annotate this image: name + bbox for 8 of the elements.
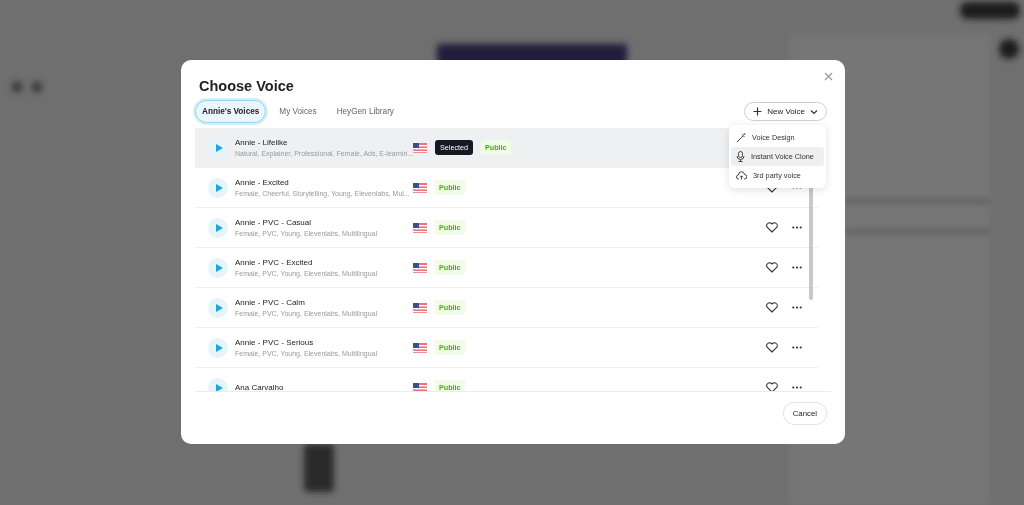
voice-name: Annie - PVC - Casual: [235, 218, 313, 227]
voice-name: Ana Carvalho: [235, 383, 285, 391]
voice-name: Annie - PVC - Excited: [235, 258, 314, 267]
voice-name: Annie - Lifelike: [235, 138, 289, 147]
voice-name: Annie - Excited: [235, 178, 290, 187]
dialog-title: Choose Voice: [199, 78, 295, 94]
voice-name: Annie - PVC - Calm: [235, 298, 306, 307]
voice-name: Annie - PVC - Serious: [235, 338, 315, 347]
